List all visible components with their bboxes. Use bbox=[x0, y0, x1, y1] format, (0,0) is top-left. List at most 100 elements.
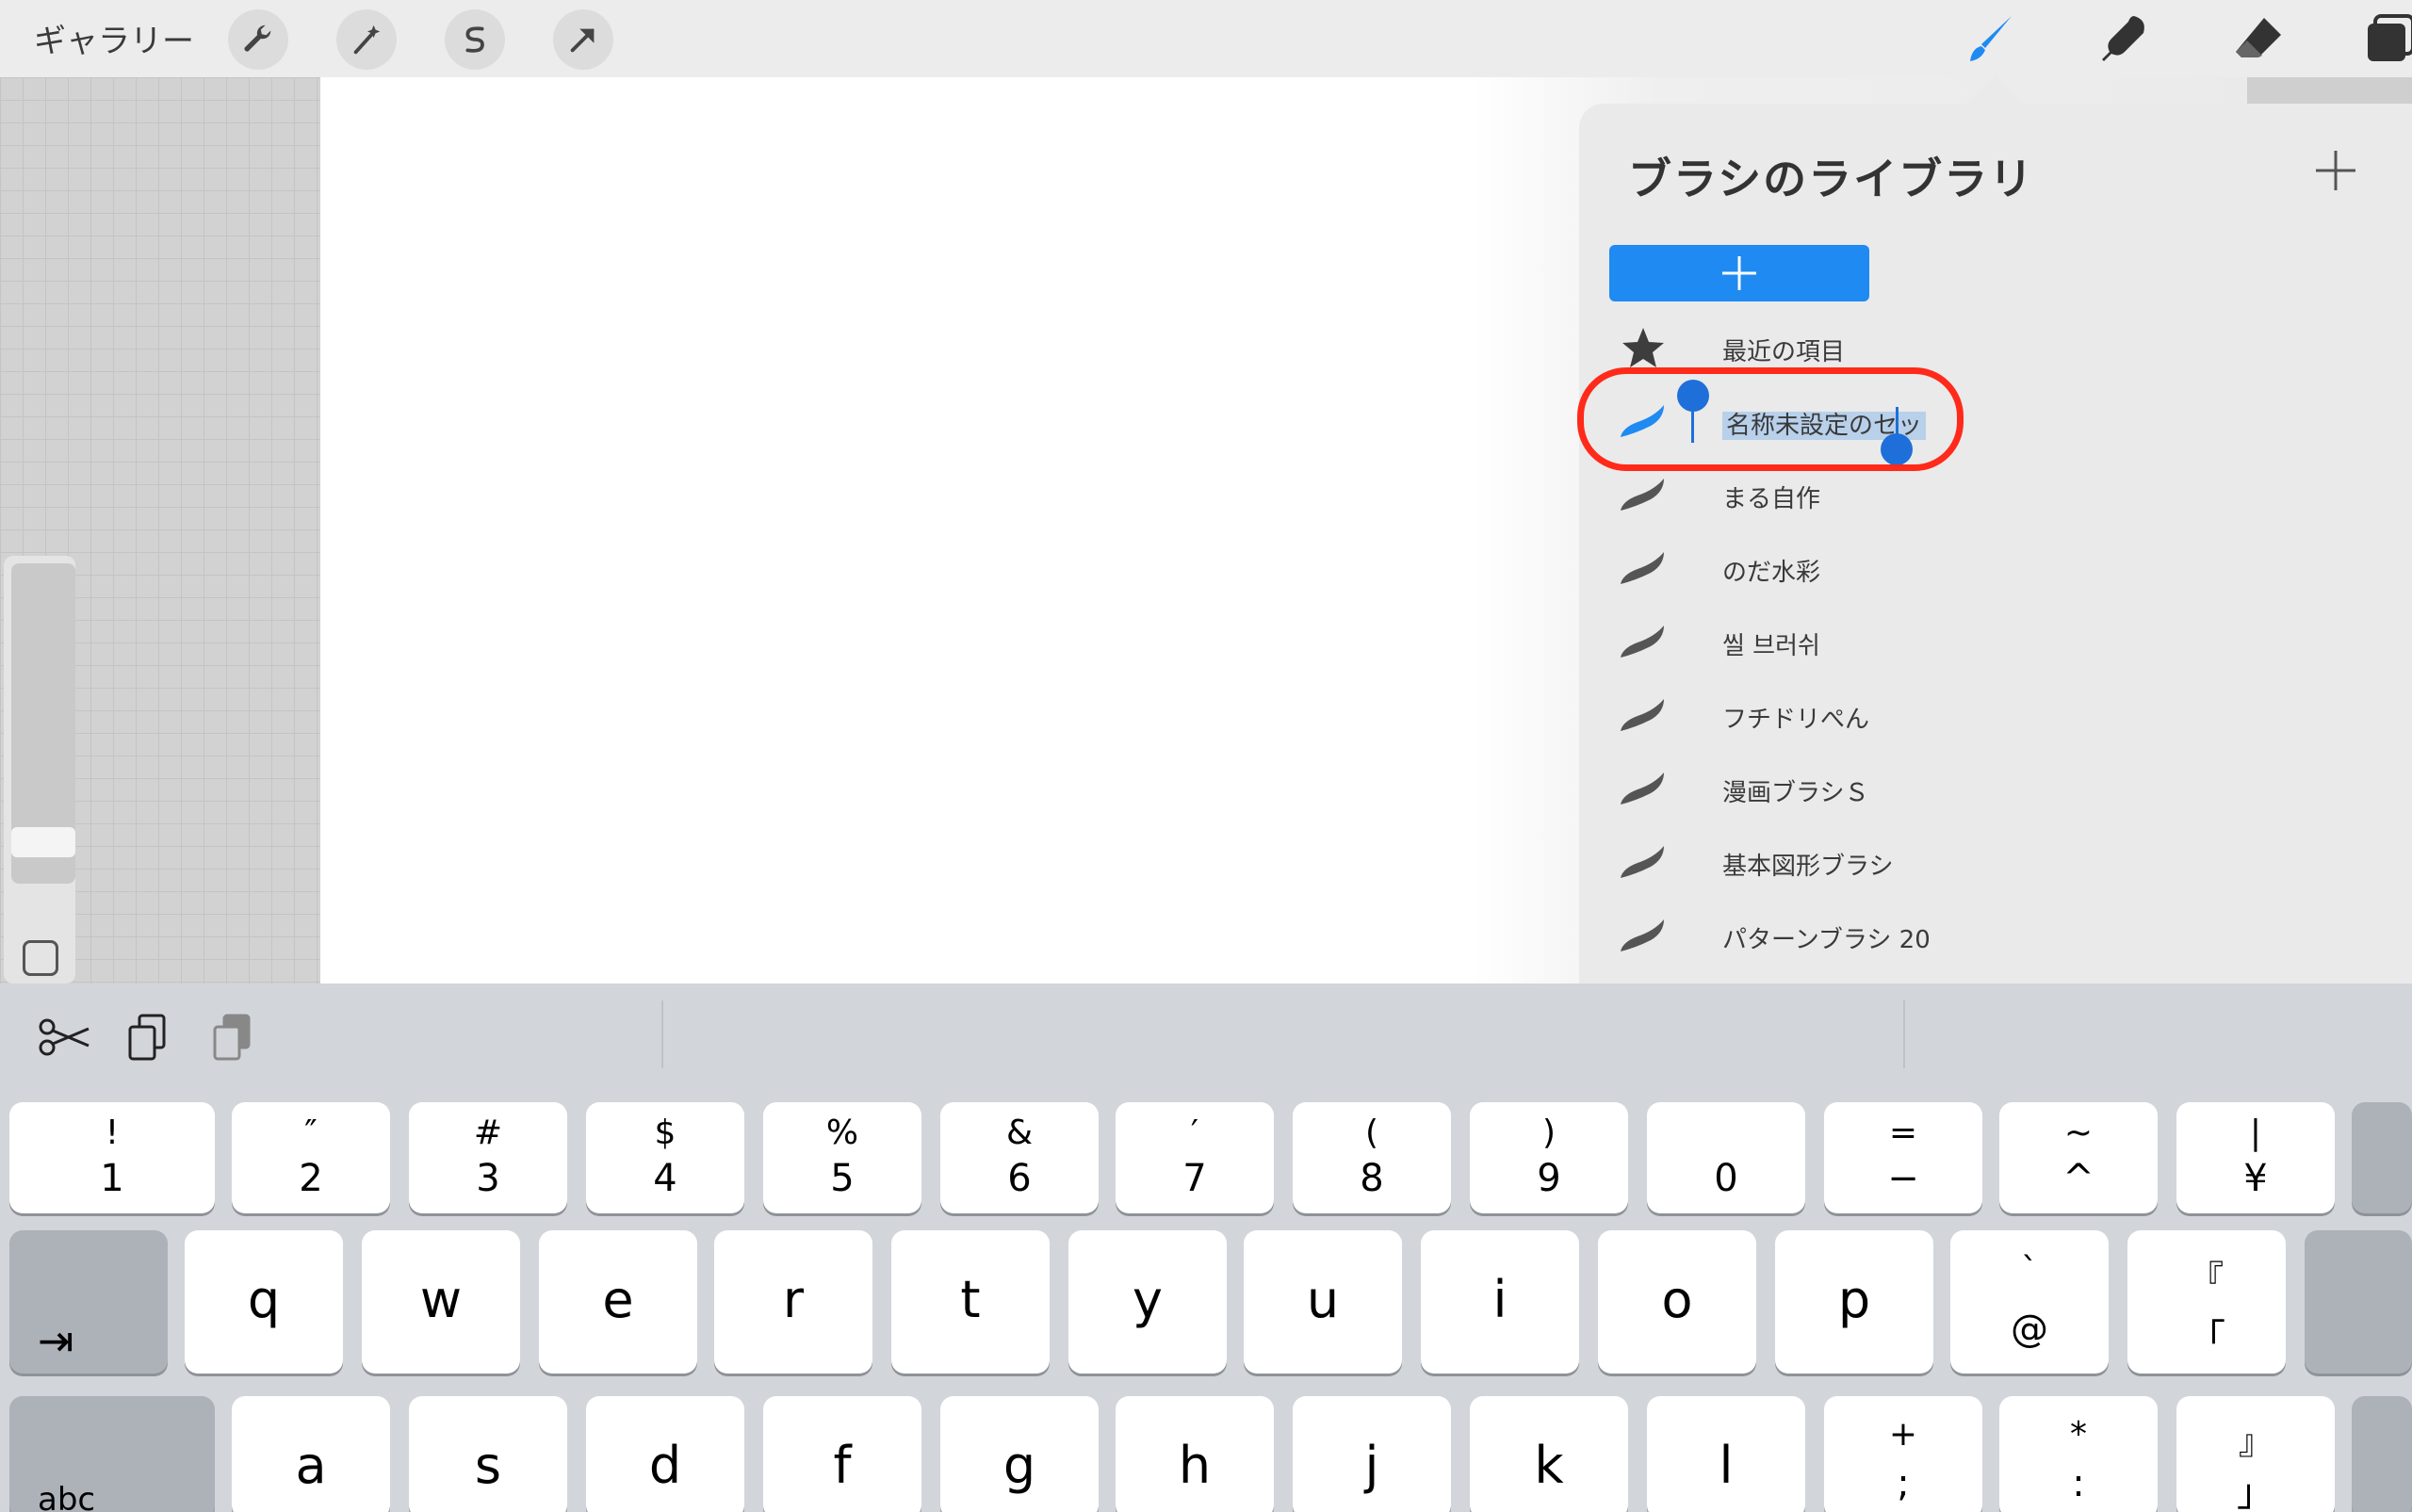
key-3[interactable]: #3 bbox=[409, 1102, 567, 1213]
brush-set-item[interactable]: 漫画ブラシＳ bbox=[1607, 756, 2135, 821]
keyboard-shortcut-bar bbox=[0, 984, 2412, 1097]
brush-set-item[interactable]: フチドリぺん bbox=[1607, 682, 2135, 748]
arrow-transform-icon bbox=[570, 28, 595, 53]
key-l[interactable]: l bbox=[1647, 1396, 1805, 1512]
keyboard-divider bbox=[1903, 1000, 1905, 1068]
brush-library-panel: ブラシのライブラリ 最近の項目 名称未設定のセッ まる自作 のだ水彩 씰 브러쉬… bbox=[1579, 104, 2412, 984]
on-screen-keyboard: ! 1 ″ 2 #3 $4 % 5 & 6 ′ 7 (8 ) 9 0 = − ~ ^ | ¥ ⇥ … bbox=[0, 984, 2412, 1512]
adjustments-button[interactable] bbox=[336, 9, 397, 70]
brush-tool-button[interactable] bbox=[1960, 8, 2022, 70]
key-r[interactable]: r bbox=[714, 1230, 872, 1374]
key-colon[interactable]: *: bbox=[1999, 1396, 2158, 1512]
modify-square-button[interactable] bbox=[23, 940, 58, 976]
key-9[interactable]: ) 9 bbox=[1470, 1102, 1628, 1213]
key-4[interactable]: $4 bbox=[586, 1102, 744, 1213]
gallery-button[interactable]: ギャラリー bbox=[34, 15, 194, 61]
key-6[interactable]: & 6 bbox=[940, 1102, 1099, 1213]
brush-stroke-icon bbox=[1621, 699, 1664, 731]
key-bracket-close[interactable]: 』」 bbox=[2176, 1396, 2335, 1512]
key-s[interactable]: s bbox=[409, 1396, 567, 1512]
actions-button[interactable] bbox=[228, 9, 288, 70]
brush-stroke-icon bbox=[1621, 772, 1664, 805]
brush-size-slider-thumb[interactable] bbox=[11, 827, 75, 857]
brush-set-label: 基本図形ブラシ bbox=[1722, 853, 1894, 881]
key-j[interactable]: j bbox=[1293, 1396, 1451, 1512]
layers-button[interactable] bbox=[2355, 8, 2412, 70]
brush-sidebar bbox=[4, 556, 75, 984]
key-h[interactable]: h bbox=[1116, 1396, 1274, 1512]
drawing-canvas[interactable] bbox=[320, 77, 1583, 984]
key-p[interactable]: p bbox=[1775, 1230, 1933, 1374]
key-bracket-open[interactable]: 『「 bbox=[2127, 1230, 2286, 1374]
magic-wand-icon bbox=[353, 24, 381, 55]
key-caret[interactable]: ~ ^ bbox=[1999, 1102, 2158, 1213]
brush-set-label: 漫画ブラシＳ bbox=[1722, 779, 1869, 807]
scissors-icon[interactable] bbox=[36, 1008, 94, 1066]
brush-set-item[interactable]: 씰 브러쉬 bbox=[1607, 609, 2135, 675]
key-return-lower[interactable] bbox=[2352, 1396, 2412, 1512]
key-tab[interactable]: ⇥ bbox=[9, 1230, 168, 1374]
smudge-tool-button[interactable] bbox=[2094, 8, 2156, 70]
key-q[interactable]: q bbox=[185, 1230, 343, 1374]
brush-set-item[interactable]: 基本図形ブラシ bbox=[1607, 829, 2135, 895]
brush-icon bbox=[1970, 16, 2012, 61]
key-8[interactable]: (8 bbox=[1293, 1102, 1451, 1213]
plus-icon[interactable] bbox=[2312, 147, 2359, 194]
selection-s-icon bbox=[465, 26, 484, 53]
key-a[interactable]: a bbox=[232, 1396, 390, 1512]
key-d[interactable]: d bbox=[586, 1396, 744, 1512]
key-delete[interactable] bbox=[2352, 1102, 2412, 1213]
eraser-icon bbox=[2236, 18, 2281, 57]
key-2[interactable]: ″ 2 bbox=[232, 1102, 390, 1213]
top-toolbar: ギャラリー bbox=[0, 0, 2412, 77]
key-5[interactable]: % 5 bbox=[763, 1102, 921, 1213]
key-g[interactable]: g bbox=[940, 1396, 1099, 1512]
brush-stroke-icon bbox=[1621, 479, 1664, 511]
key-1[interactable]: ! 1 bbox=[9, 1102, 215, 1213]
annotation-highlight-ring bbox=[1577, 367, 1964, 471]
transform-button[interactable] bbox=[553, 9, 613, 70]
paste-icon[interactable] bbox=[205, 1008, 264, 1066]
eraser-tool-button[interactable] bbox=[2227, 8, 2290, 70]
key-semicolon[interactable]: +; bbox=[1824, 1396, 1982, 1512]
key-k[interactable]: k bbox=[1470, 1396, 1628, 1512]
brush-stroke-icon bbox=[1621, 552, 1664, 584]
key-0[interactable]: 0 bbox=[1647, 1102, 1805, 1213]
key-at[interactable]: ` @ bbox=[1950, 1230, 2109, 1374]
panel-title: ブラシのライブラリ bbox=[1628, 154, 2035, 204]
brush-set-item[interactable]: まる自作 bbox=[1607, 462, 2135, 528]
key-w[interactable]: w bbox=[362, 1230, 520, 1374]
key-f[interactable]: f bbox=[763, 1396, 921, 1512]
brush-set-label: パターンブラシ 20 bbox=[1722, 926, 1931, 954]
key-t[interactable]: t bbox=[891, 1230, 1050, 1374]
star-icon bbox=[1622, 328, 1664, 367]
key-i[interactable]: i bbox=[1421, 1230, 1579, 1374]
brush-set-item[interactable]: のだ水彩 bbox=[1607, 535, 2135, 601]
brush-set-item[interactable]: パターンブラシ 20 bbox=[1607, 902, 2135, 968]
brush-stroke-icon bbox=[1621, 919, 1664, 951]
plus-icon bbox=[1722, 256, 1756, 290]
new-brush-set-button[interactable] bbox=[1609, 245, 1869, 301]
key-e[interactable]: e bbox=[539, 1230, 697, 1374]
smudge-icon bbox=[2102, 16, 2144, 61]
key-u[interactable]: u bbox=[1244, 1230, 1402, 1374]
key-y[interactable]: y bbox=[1068, 1230, 1227, 1374]
wrench-icon bbox=[244, 24, 271, 52]
key-yen[interactable]: | ¥ bbox=[2176, 1102, 2335, 1213]
brush-stroke-icon bbox=[1621, 626, 1664, 658]
selection-button[interactable] bbox=[445, 9, 505, 70]
brush-set-label: フチドリぺん bbox=[1722, 706, 1870, 734]
key-minus[interactable]: = − bbox=[1824, 1102, 1982, 1213]
key-mode-abc[interactable]: abc bbox=[9, 1396, 215, 1512]
copy-icon[interactable] bbox=[121, 1008, 179, 1066]
key-return[interactable] bbox=[2305, 1230, 2412, 1374]
brush-set-label: 最近の項目 bbox=[1722, 338, 1846, 366]
key-o[interactable]: o bbox=[1598, 1230, 1756, 1374]
panel-backdrop bbox=[2247, 77, 2412, 106]
key-7[interactable]: ′ 7 bbox=[1116, 1102, 1274, 1213]
brush-set-label: まる自作 bbox=[1722, 485, 1821, 513]
brush-size-slider[interactable] bbox=[11, 563, 75, 884]
brush-stroke-icon bbox=[1621, 846, 1664, 878]
brush-set-label: 씰 브러쉬 bbox=[1722, 632, 1820, 660]
brush-set-label: のだ水彩 bbox=[1722, 559, 1821, 587]
